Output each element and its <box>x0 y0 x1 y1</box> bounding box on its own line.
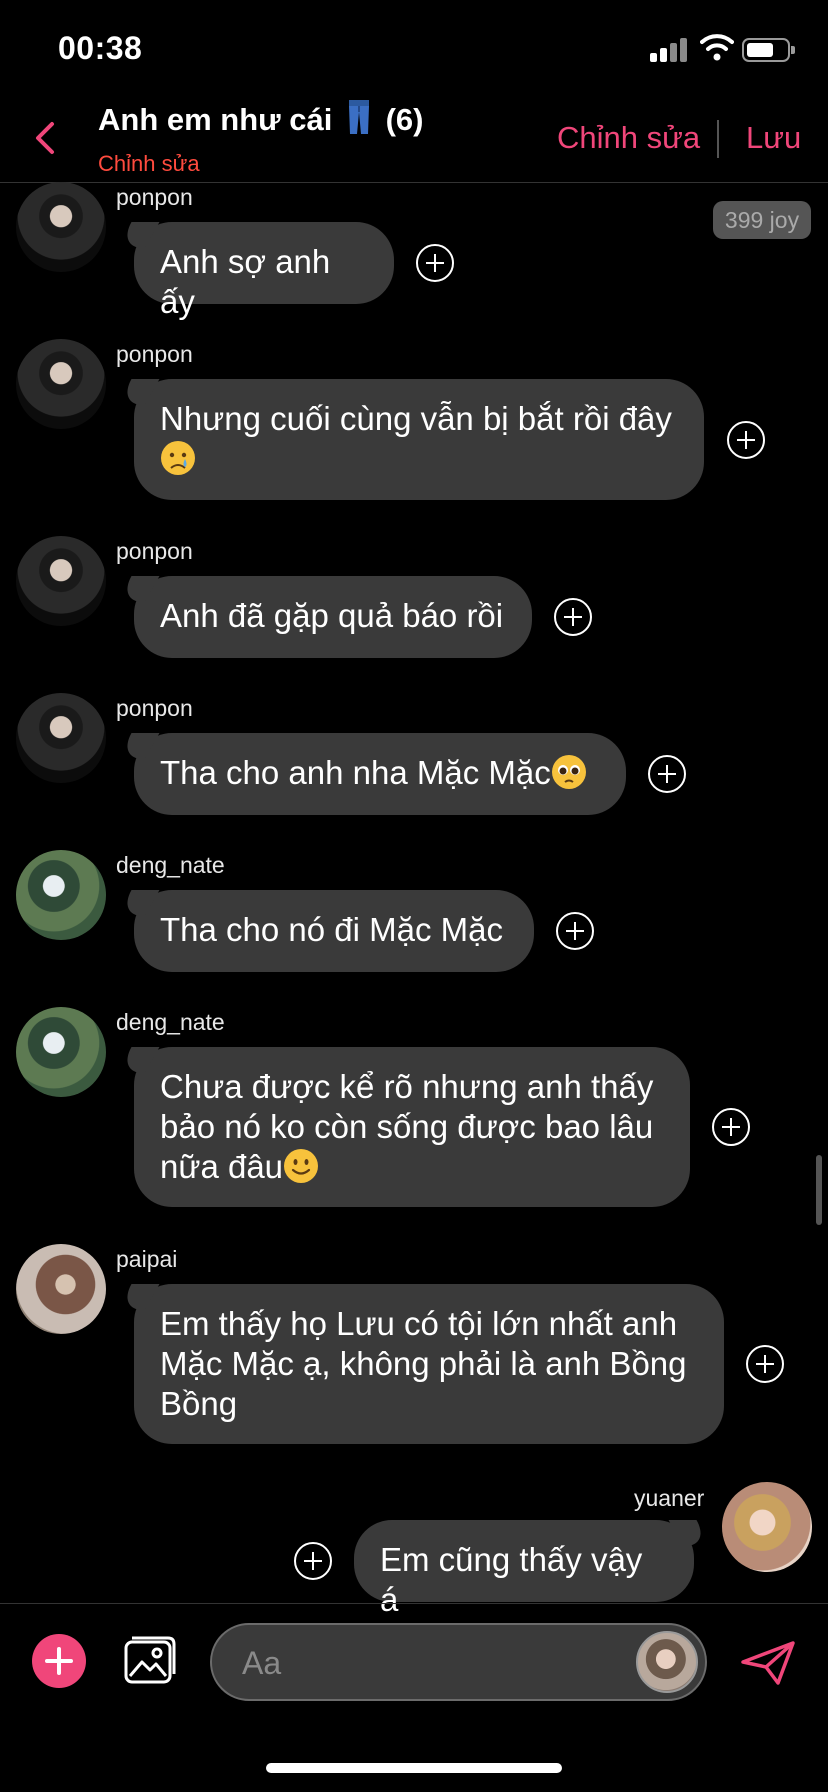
add-reaction-icon[interactable] <box>745 1344 785 1384</box>
battery-icon <box>742 38 795 62</box>
message-text: Tha cho nó đi Mặc Mặc <box>160 911 503 948</box>
status-time: 00:38 <box>58 30 143 66</box>
message-text: Nhưng cuối cùng vẫn bị bắt rồi đây <box>160 400 672 437</box>
header-divider-line <box>0 182 828 183</box>
sender-name: yuaner <box>634 1485 705 1511</box>
add-reaction-icon[interactable] <box>293 1541 333 1581</box>
message-bubble[interactable]: Nhưng cuối cùng vẫn bị bắt rồi đây <box>134 379 704 500</box>
image-gallery-icon[interactable] <box>124 1636 176 1686</box>
scrollbar[interactable] <box>816 1155 822 1225</box>
avatar[interactable] <box>16 339 106 429</box>
message-text: Em cũng thấy vậy á <box>380 1541 643 1618</box>
avatar[interactable] <box>16 1007 106 1097</box>
message-text: Mặc Mặc ạ, không phải là anh Bồng <box>160 1345 687 1382</box>
sender-name: deng_nate <box>116 852 225 878</box>
avatar[interactable] <box>16 536 106 626</box>
slightly-smiling-face-emoji-icon <box>284 1149 319 1183</box>
message-bubble[interactable]: Chưa được kể rõ nhưng anh thấy bảo nó ko… <box>134 1047 690 1207</box>
message-text: Anh sợ anh ấy <box>160 243 331 320</box>
edit-button[interactable]: Chỉnh sửa <box>557 120 700 156</box>
add-reaction-icon[interactable] <box>555 911 595 951</box>
sender-name: ponpon <box>116 695 193 721</box>
sender-name: ponpon <box>116 538 193 564</box>
add-reaction-icon[interactable] <box>553 597 593 637</box>
avatar[interactable] <box>16 1244 106 1334</box>
add-reaction-icon[interactable] <box>711 1107 751 1147</box>
message-text: Bồng <box>160 1385 238 1422</box>
jeans-emoji-icon <box>348 100 369 134</box>
message-bubble[interactable]: Anh sợ anh ấy <box>134 222 394 320</box>
message-text: Em thấy họ Lưu có tội lớn nhất anh <box>160 1305 678 1342</box>
avatar[interactable] <box>16 850 106 940</box>
sender-name: paipai <box>116 1246 178 1272</box>
add-reaction-icon[interactable] <box>647 754 687 794</box>
message-bubble[interactable]: Em cũng thấy vậy á <box>354 1520 694 1618</box>
back-chevron-icon[interactable] <box>30 120 60 156</box>
chat-subtitle[interactable]: Chỉnh sửa <box>98 151 200 177</box>
sender-name: deng_nate <box>116 1009 225 1035</box>
sender-name: ponpon <box>116 184 193 210</box>
avatar[interactable] <box>16 182 106 272</box>
message-text: Anh đã gặp quả báo rồi <box>160 597 504 634</box>
pleading-face-emoji-icon <box>551 755 586 789</box>
home-indicator[interactable] <box>266 1763 562 1773</box>
message-text: Tha cho anh nha Mặc Mặc <box>160 754 551 791</box>
message-text: nữa đâu <box>160 1148 284 1185</box>
message-bubble[interactable]: Em thấy họ Lưu có tội lớn nhất anh Mặc M… <box>134 1284 724 1444</box>
message-text: Chưa được kể rõ nhưng anh thấy <box>160 1068 654 1105</box>
message-bubble[interactable]: Tha cho nó đi Mặc Mặc <box>134 890 534 972</box>
cellular-signal-icon <box>650 36 692 62</box>
message-bubble[interactable]: Anh đã gặp quả báo rồi <box>134 576 532 658</box>
avatar[interactable] <box>722 1482 812 1572</box>
sticker-avatar-button[interactable] <box>636 1631 698 1693</box>
joy-badge: 399 joy <box>713 201 811 239</box>
header-divider <box>717 120 719 158</box>
chat-title: Anh em như cái (6) <box>98 100 423 138</box>
save-button[interactable]: Lưu <box>746 120 801 156</box>
crying-face-emoji-icon <box>161 441 195 475</box>
add-reaction-icon[interactable] <box>415 243 455 283</box>
send-icon[interactable] <box>740 1640 796 1686</box>
avatar[interactable] <box>16 693 106 783</box>
message-input-container[interactable] <box>210 1623 707 1701</box>
message-bubble[interactable]: Tha cho anh nha Mặc Mặc <box>134 733 626 815</box>
chat-title-text: Anh em như cái <box>98 102 333 137</box>
message-text: bảo nó ko còn sống được bao lâu <box>160 1108 654 1145</box>
message-input[interactable] <box>240 1641 614 1685</box>
sender-name: ponpon <box>116 341 193 367</box>
add-reaction-icon[interactable] <box>726 420 766 460</box>
add-attachment-icon[interactable] <box>32 1634 86 1688</box>
member-count: (6) <box>385 102 424 137</box>
composer-divider <box>0 1603 828 1604</box>
wifi-icon <box>700 34 734 61</box>
